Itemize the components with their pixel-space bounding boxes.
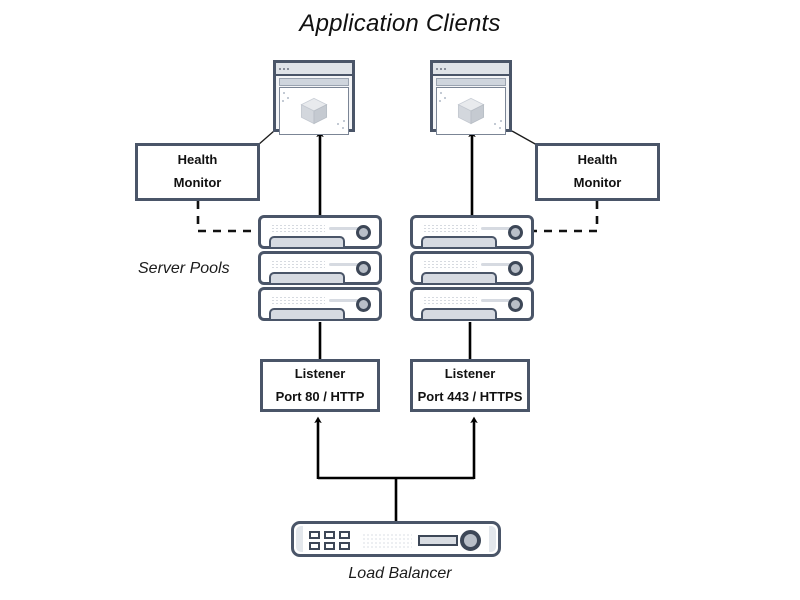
connector-health-left-to-client-left xyxy=(257,130,275,146)
load-balancer-device[interactable] xyxy=(291,521,501,557)
browser-viewport xyxy=(436,87,506,135)
connector-health-left-to-pool-left xyxy=(196,201,258,233)
health-monitor-box-right[interactable]: Health Monitor xyxy=(535,143,660,201)
appliance-slot-icon xyxy=(418,535,458,546)
connector-layer xyxy=(196,130,599,521)
network-port-icon xyxy=(324,542,335,550)
server-drawer-icon xyxy=(269,308,345,319)
cube-icon xyxy=(300,97,328,125)
appliance-bezel-left xyxy=(296,526,303,552)
speckle-dot-icon xyxy=(440,92,442,94)
network-port-icon xyxy=(309,531,320,539)
server-vent-icon xyxy=(271,224,325,233)
server-dial-icon xyxy=(356,297,371,312)
speckle-dot-icon xyxy=(342,127,344,129)
listener-label-line1: Listener xyxy=(444,365,496,381)
listener-label-line1: Listener xyxy=(294,365,346,381)
server-pool-left[interactable] xyxy=(258,215,382,323)
server-dial-icon xyxy=(508,225,523,240)
window-dot-icon xyxy=(436,67,438,70)
application-client-left[interactable] xyxy=(273,60,355,135)
browser-titlebar xyxy=(276,63,352,76)
server-drawer-icon xyxy=(421,236,497,247)
server-unit[interactable] xyxy=(410,287,534,321)
server-drawer-icon xyxy=(269,272,345,283)
diagram-title: Application Clients xyxy=(299,10,501,37)
health-monitor-label-line1: Health xyxy=(577,152,618,168)
speckle-dot-icon xyxy=(494,123,496,125)
server-unit[interactable] xyxy=(258,251,382,285)
speckle-dot-icon xyxy=(287,97,289,99)
browser-titlebar xyxy=(433,63,509,76)
window-dot-icon xyxy=(444,67,446,70)
network-port-icon xyxy=(339,531,350,539)
health-monitor-label-line2: Monitor xyxy=(173,175,222,190)
server-vent-icon xyxy=(423,224,477,233)
server-dial-icon xyxy=(508,261,523,276)
server-vent-icon xyxy=(423,260,477,269)
server-drawer-icon xyxy=(421,272,497,283)
listener-box-https[interactable]: Listener Port 443 / HTTPS xyxy=(410,359,530,412)
server-vent-icon xyxy=(423,296,477,305)
server-unit[interactable] xyxy=(258,215,382,249)
speckle-dot-icon xyxy=(500,120,502,122)
server-vent-icon xyxy=(271,296,325,305)
network-port-icon xyxy=(324,531,335,539)
window-dot-icon xyxy=(283,67,285,70)
appliance-dial-icon xyxy=(460,530,481,551)
health-monitor-label-line1: Health xyxy=(177,152,218,168)
server-dial-icon xyxy=(356,261,371,276)
health-monitor-label-line2: Monitor xyxy=(573,175,622,190)
server-unit[interactable] xyxy=(258,287,382,321)
application-client-right[interactable] xyxy=(430,60,512,135)
appliance-vent-icon xyxy=(362,533,412,548)
server-drawer-icon xyxy=(421,308,497,319)
speckle-dot-icon xyxy=(337,123,339,125)
network-port-icon xyxy=(339,542,350,550)
server-unit[interactable] xyxy=(410,251,534,285)
server-drawer-icon xyxy=(269,236,345,247)
speckle-dot-icon xyxy=(343,120,345,122)
server-vent-icon xyxy=(271,260,325,269)
window-dot-icon xyxy=(279,67,281,70)
connector-health-right-to-pool-right xyxy=(534,201,599,233)
appliance-bezel-right xyxy=(489,526,496,552)
load-balancer-label: Load Balancer xyxy=(348,565,452,582)
listener-port-label: Port 443 / HTTPS xyxy=(417,388,523,404)
server-dial-icon xyxy=(508,297,523,312)
browser-urlbar xyxy=(279,78,349,86)
server-pool-right[interactable] xyxy=(410,215,534,323)
speckle-dot-icon xyxy=(283,92,285,94)
window-dot-icon xyxy=(440,67,442,70)
network-port-icon xyxy=(309,542,320,550)
browser-urlbar xyxy=(436,78,506,86)
health-monitor-box-left[interactable]: Health Monitor xyxy=(135,143,260,201)
network-port-grid xyxy=(309,531,350,550)
listener-port-label: Port 80 / HTTP xyxy=(275,388,365,404)
server-dial-icon xyxy=(356,225,371,240)
speckle-dot-icon xyxy=(439,100,441,102)
speckle-dot-icon xyxy=(444,97,446,99)
speckle-dot-icon xyxy=(282,100,284,102)
connector-health-right-to-client-right xyxy=(511,130,538,146)
server-pools-label: Server Pools xyxy=(138,260,230,277)
diagram-canvas: Application Clients Health Monitor Healt… xyxy=(0,0,800,600)
browser-viewport xyxy=(279,87,349,135)
speckle-dot-icon xyxy=(499,127,501,129)
cube-icon xyxy=(457,97,485,125)
listener-box-http[interactable]: Listener Port 80 / HTTP xyxy=(260,359,380,412)
window-dot-icon xyxy=(287,67,289,70)
server-unit[interactable] xyxy=(410,215,534,249)
